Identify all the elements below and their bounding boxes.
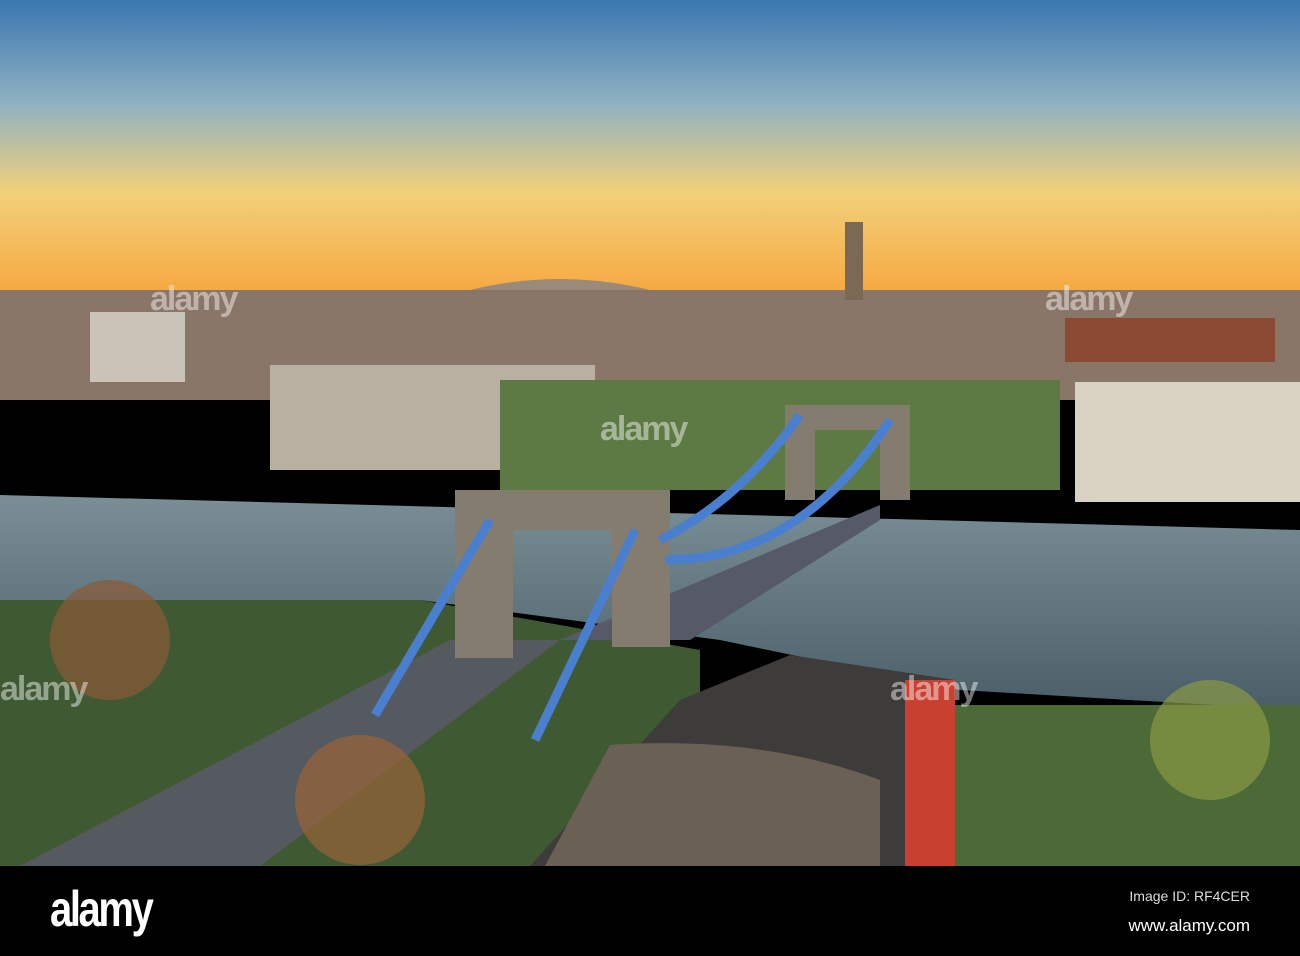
watermark: alamy xyxy=(890,670,978,708)
image-id: Image ID: RF4CER xyxy=(1129,888,1250,904)
watermark: alamy xyxy=(1045,280,1133,318)
watermark: alamy xyxy=(600,410,688,448)
willow-tree xyxy=(1150,680,1270,800)
watermark: alamy xyxy=(0,670,88,708)
red-brick-building xyxy=(1065,318,1275,362)
footer-bar: alamy Image ID: RF4CER www.alamy.com xyxy=(0,866,1300,956)
watermark: alamy xyxy=(150,280,238,318)
alamy-logo: alamy xyxy=(50,881,154,937)
skyscraper xyxy=(845,222,863,300)
stock-photo: alamy alamy alamy alamy alamy alamy Imag… xyxy=(0,0,1300,956)
bare-tree xyxy=(295,735,425,865)
large-building xyxy=(1075,382,1300,502)
office-building xyxy=(90,312,185,382)
website-link[interactable]: www.alamy.com xyxy=(1128,916,1250,936)
sky xyxy=(0,0,1300,295)
